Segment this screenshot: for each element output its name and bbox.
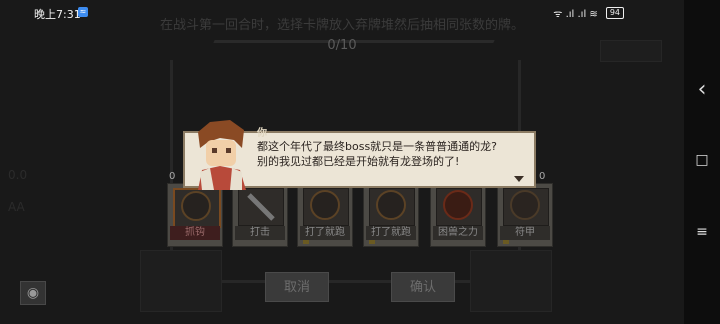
card-hit-and-run[interactable]: 打了就跑 <box>363 183 419 247</box>
scene-block <box>470 250 552 312</box>
card-count-left: 0 <box>169 171 176 182</box>
dash-icon <box>310 190 340 220</box>
card-hit-and-run[interactable]: 打了就跑 <box>297 183 353 247</box>
card-label: 打了就跑 <box>366 226 416 240</box>
status-time: 晚上7:31 <box>34 8 81 21</box>
flame-icon <box>443 190 473 220</box>
card-label: 打了就跑 <box>300 226 350 240</box>
confirm-button[interactable]: 确认 <box>391 272 455 302</box>
notification-badge-icon: ≈ <box>78 7 88 17</box>
card-label: 抓钩 <box>170 226 220 240</box>
cancel-button[interactable]: 取消 <box>265 272 329 302</box>
card-art <box>303 188 349 226</box>
dash-icon <box>376 190 406 220</box>
card-art <box>369 188 415 226</box>
card-count-right: 0 <box>539 171 546 182</box>
back-icon[interactable]: ‹ <box>692 79 712 101</box>
card-row: 0 0 抓钩 打击 打了就跑 打了就跑 困兽之力 符甲 <box>165 171 555 249</box>
speaker-name: 你 <box>257 128 267 139</box>
ghost-text: 0.0 <box>8 168 28 182</box>
home-icon[interactable]: □ <box>692 150 712 170</box>
card-hook[interactable]: 抓钩 <box>167 183 223 247</box>
selection-counter: 0/10 <box>327 38 357 53</box>
sword-icon <box>247 193 275 221</box>
armor-icon <box>510 190 540 220</box>
dialog-line: 别的我见过都已经是开始就有龙登场的了! <box>257 155 460 168</box>
system-nav-bar: ‹ □ ≡ <box>684 0 720 324</box>
card-cost-marker <box>369 240 375 244</box>
card-strike[interactable]: 打击 <box>232 183 288 247</box>
signal-wifi-icons: ᯤ .ıl .ıl ≋ <box>553 9 598 20</box>
card-label: 困兽之力 <box>433 226 483 240</box>
dialog-line: 都这个年代了最终boss就只是一条普普通通的龙? <box>257 140 498 153</box>
eye-icon[interactable]: ◉ <box>20 281 46 305</box>
dialog-text: 都这个年代了最终boss就只是一条普普通通的龙? 别的我见过都已经是开始就有龙登… <box>257 139 497 169</box>
card-art <box>173 188 221 228</box>
card-rune-armor[interactable]: 符甲 <box>497 183 553 247</box>
card-art <box>503 188 549 226</box>
card-cornered-beast[interactable]: 困兽之力 <box>430 183 486 247</box>
card-cost-marker <box>503 240 509 244</box>
ghost-text: AA <box>8 200 25 214</box>
scene-block <box>140 250 222 312</box>
continue-arrow-icon[interactable] <box>514 176 524 182</box>
card-label: 打击 <box>235 226 285 240</box>
menu-icon[interactable]: ≡ <box>692 222 712 242</box>
card-art <box>238 188 284 226</box>
battery-icon: 94 <box>605 7 624 19</box>
status-bar: 晚上7:31 ≈ ᯤ .ıl .ıl ≋ 94 <box>0 0 684 26</box>
card-cost-marker <box>303 240 309 244</box>
card-art <box>436 188 482 226</box>
character-portrait <box>198 120 246 190</box>
hook-icon <box>181 191 211 221</box>
card-label: 符甲 <box>500 226 550 240</box>
status-icons: ᯤ .ıl .ıl ≋ 94 <box>553 6 624 20</box>
